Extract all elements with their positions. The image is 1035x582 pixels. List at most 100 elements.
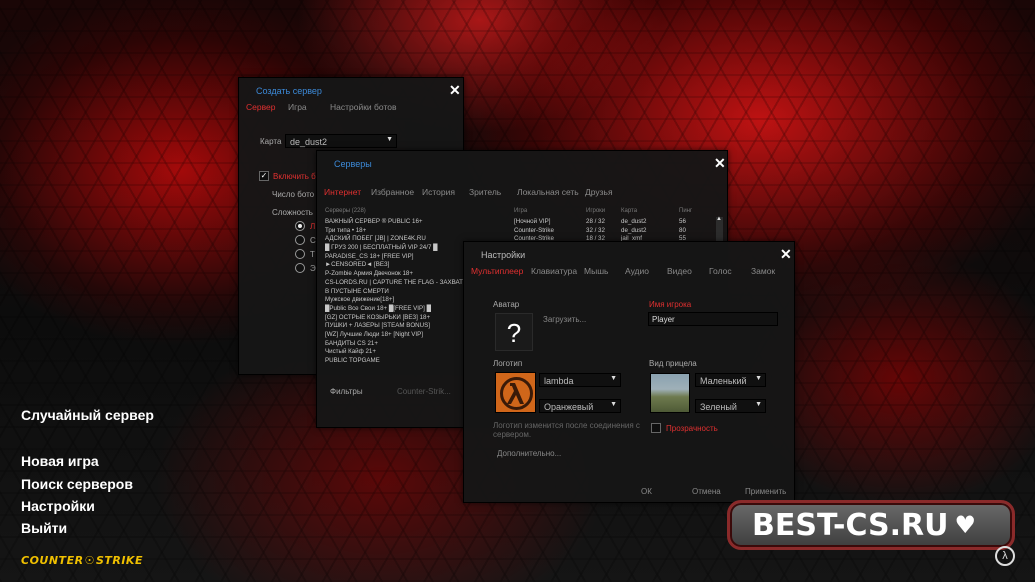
logo-text-counter: COUNTER xyxy=(21,554,84,567)
crosshair-label: Вид прицела xyxy=(649,359,697,368)
column-servers[interactable]: Серверы (228) xyxy=(325,208,366,214)
crosshair-color-value: Зеленый xyxy=(700,402,737,412)
logo-value: lambda xyxy=(544,376,574,386)
chevron-down-icon: ▼ xyxy=(386,136,393,143)
tab-audio[interactable]: Аудио xyxy=(625,266,649,276)
tab-voice[interactable]: Голос xyxy=(709,266,732,276)
enable-bots-checkbox[interactable]: ✓ xyxy=(259,171,269,181)
chevron-down-icon: ▼ xyxy=(610,375,617,382)
cancel-button[interactable]: Отмена xyxy=(692,487,721,496)
map-select[interactable]: de_dust2 ▼ xyxy=(285,134,397,148)
player-name-input[interactable]: Player xyxy=(648,312,778,326)
half-life-icon[interactable]: λ xyxy=(995,546,1015,566)
settings-dialog: Настройки ✕ Мультиплеер Клавиатура Мышь … xyxy=(463,241,795,503)
menu-find-servers[interactable]: Поиск серверов xyxy=(21,476,133,492)
tab-multiplayer[interactable]: Мультиплеер xyxy=(471,266,523,276)
transparency-label: Прозрачность xyxy=(666,424,718,433)
column-players[interactable]: Игроки xyxy=(586,208,605,214)
column-map[interactable]: Карта xyxy=(621,208,637,214)
create-server-title: Создать сервер xyxy=(256,86,322,96)
close-icon[interactable]: ✕ xyxy=(449,82,461,99)
game-filter-value: Counter-Strik... xyxy=(397,387,451,396)
close-icon[interactable]: ✕ xyxy=(714,155,726,172)
logo-label: Логотип xyxy=(493,359,523,368)
difficulty-radio-hard[interactable] xyxy=(295,249,305,259)
transparency-checkbox[interactable] xyxy=(651,423,661,433)
filters-button[interactable]: Фильтры xyxy=(330,387,363,396)
chevron-down-icon: ▼ xyxy=(610,401,617,408)
server-name: Мужское движение[18+] xyxy=(325,296,395,304)
lambda-icon xyxy=(500,377,533,410)
logo-preview xyxy=(495,372,536,413)
difficulty-label: Сложность xyxy=(272,208,313,217)
logo-note: Логотип изменится после соединения с сер… xyxy=(493,421,640,439)
server-name: [GZ] ОСТРЫЕ КОЗЫРЬКИ [ВЕЗ] 18+ xyxy=(325,313,431,321)
server-game: [Ночной VIP] xyxy=(514,218,551,225)
menu-random-server[interactable]: Случайный сервер xyxy=(21,407,154,423)
tab-lan[interactable]: Локальная сеть xyxy=(517,187,579,197)
server-name: ПУШКИ + ЛАЗЕРЫ [STEAM BONUS] xyxy=(325,322,430,330)
tab-keyboard[interactable]: Клавиатура xyxy=(531,266,577,276)
difficulty-radio-easy[interactable] xyxy=(295,221,305,231)
chevron-down-icon: ▼ xyxy=(755,375,762,382)
difficulty-radio-expert[interactable] xyxy=(295,263,305,273)
server-name: PUBLIC TOPGAME xyxy=(325,357,380,364)
menu-settings[interactable]: Настройки xyxy=(21,498,95,514)
logo-text-strike: STRIKE xyxy=(95,554,143,567)
tab-mouse[interactable]: Мышь xyxy=(584,266,608,276)
server-name: В ПУСТЫНЕ СМЕРТИ xyxy=(325,287,389,295)
tab-game[interactable]: Игра xyxy=(288,102,307,112)
tab-favorites[interactable]: Избранное xyxy=(371,187,414,197)
tab-video[interactable]: Видео xyxy=(667,266,692,276)
avatar-label: Аватар xyxy=(493,300,520,309)
map-value: de_dust2 xyxy=(290,137,328,147)
brand-badge: BEST-CS.RU ♥ xyxy=(727,500,1015,550)
heart-icon: ♥ xyxy=(954,511,977,539)
crosshair-color-select[interactable]: Зеленый ▼ xyxy=(695,399,766,413)
column-game[interactable]: Игра xyxy=(514,208,527,214)
brand-text: BEST-CS.RU xyxy=(752,507,949,543)
server-name: Чистый Кайф 21+ xyxy=(325,348,376,356)
server-name: ►CENSORED◄ [ВЕЗ] xyxy=(325,261,390,269)
tab-bot-settings[interactable]: Настройки ботов xyxy=(330,102,397,112)
tab-history[interactable]: История xyxy=(422,187,455,197)
table-row[interactable]: ВАЖНЫЙ СЕРВЕР ® PUBLIC 16+ [Ночной VIP] 28… xyxy=(325,218,715,227)
menu-exit[interactable]: Выйти xyxy=(21,520,67,536)
bot-count-label: Число бото xyxy=(272,190,315,199)
column-ping[interactable]: Пинг xyxy=(679,208,692,214)
server-map: de_dust2 xyxy=(621,218,647,225)
ok-button[interactable]: ОК xyxy=(641,487,652,496)
server-ping: 56 xyxy=(679,218,686,225)
cs-soldier-icon: ☉ xyxy=(84,554,95,567)
advanced-button[interactable]: Дополнительно... xyxy=(497,449,561,458)
tab-internet[interactable]: Интернет xyxy=(324,187,361,197)
upload-button[interactable]: Загрузить... xyxy=(543,315,586,324)
avatar: ? xyxy=(495,313,533,351)
servers-title: Серверы xyxy=(334,159,372,169)
server-players: 28 / 32 xyxy=(586,218,605,225)
crosshair-preview xyxy=(650,373,690,413)
difficulty-radio-normal[interactable] xyxy=(295,235,305,245)
tab-server[interactable]: Сервер xyxy=(246,102,275,112)
server-ping: 80 xyxy=(679,226,686,234)
apply-button[interactable]: Применить xyxy=(745,487,786,496)
map-label: Карта xyxy=(260,137,282,146)
enable-bots-label: Включить б xyxy=(273,172,316,181)
logo-select[interactable]: lambda ▼ xyxy=(539,373,621,387)
tab-lock[interactable]: Замок xyxy=(751,266,775,276)
player-name-label: Имя игрока xyxy=(649,300,692,309)
logo-color-value: Оранжевый xyxy=(544,402,594,412)
close-icon[interactable]: ✕ xyxy=(780,246,792,263)
crosshair-size-select[interactable]: Маленький ▼ xyxy=(695,373,766,387)
server-name: [WZ] Лучшие Люди 18+ [Night VIP] xyxy=(325,330,423,338)
server-name: PARADISE_CS 18+ [FREE VIP] xyxy=(325,252,414,260)
tab-friends[interactable]: Друзья xyxy=(585,187,613,197)
logo-color-select[interactable]: Оранжевый ▼ xyxy=(539,399,621,413)
crosshair-size-value: Маленький xyxy=(700,376,747,386)
server-name: P-Zombie Армия Двечонок 18+ xyxy=(325,270,413,278)
server-list-scrollbar[interactable] xyxy=(716,216,723,243)
difficulty-option-normal: С xyxy=(310,236,316,245)
tab-spectate[interactable]: Зритель xyxy=(469,187,501,197)
difficulty-option-expert: Э xyxy=(310,264,316,273)
menu-new-game[interactable]: Новая игра xyxy=(21,453,99,469)
